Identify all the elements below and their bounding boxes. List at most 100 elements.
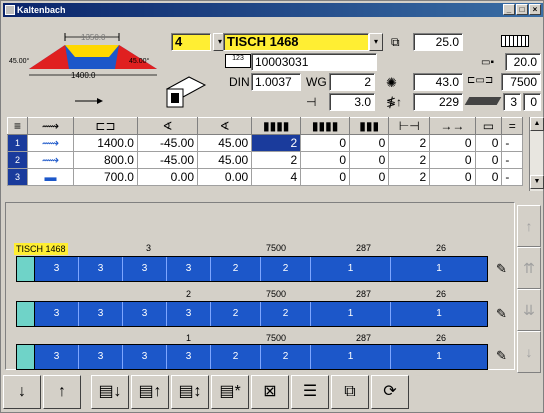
- cell-c[interactable]: 0: [349, 151, 390, 169]
- cell-f[interactable]: 0: [474, 134, 503, 152]
- bottom-toolbar: ↓ ↑ ▤↓ ▤↑ ▤↕ ▤* ⊠ ☰ ⧉ ⟳: [3, 375, 543, 412]
- table-row[interactable]: 3 ▬ 700.0 0.00 0.00 4 0 0 2 0 0 -: [7, 168, 523, 186]
- bar-2-edit-icon[interactable]: ✎: [496, 306, 514, 322]
- col-header-c[interactable]: ▮▮▮: [349, 117, 390, 135]
- cell-b[interactable]: 0: [300, 134, 351, 152]
- cell-length[interactable]: 700.0: [73, 168, 138, 186]
- col-header-d[interactable]: ⊢⊣: [388, 117, 431, 135]
- cell-c[interactable]: 0: [349, 168, 390, 186]
- doc-new-icon[interactable]: ▤*: [211, 375, 249, 409]
- cell-angle-right[interactable]: 45.00: [197, 134, 253, 152]
- move-bottom-button[interactable]: ↓: [517, 331, 541, 373]
- bar-2[interactable]: 3 3 3 3 2 2 1 1: [16, 301, 488, 327]
- col-header-angle-right[interactable]: ∢: [197, 117, 253, 135]
- cell-length[interactable]: 800.0: [73, 151, 138, 169]
- scroll-up-button[interactable]: ▲: [530, 117, 544, 131]
- table-row[interactable]: 1 ⟿ 1400.0 -45.00 45.00 2 0 0 2 0 0 -: [7, 134, 523, 152]
- cell-angle-right[interactable]: 0.00: [197, 168, 253, 186]
- close-button[interactable]: ×: [529, 4, 541, 15]
- cell-g[interactable]: -: [501, 168, 523, 186]
- minimize-button[interactable]: _: [503, 4, 515, 15]
- table-row[interactable]: 2 ⟿ 800.0 -45.00 45.00 2 0 0 2 0 0 -: [7, 151, 523, 169]
- col-header-g[interactable]: =: [501, 117, 523, 135]
- app-icon: [5, 5, 15, 15]
- bar-1-edit-icon[interactable]: ✎: [496, 261, 514, 277]
- doc-sort-icon[interactable]: ▤↕: [171, 375, 209, 409]
- doc-delete-icon[interactable]: ⊠: [251, 375, 289, 409]
- split-icon[interactable]: ☰: [291, 375, 329, 409]
- arrow-up-icon[interactable]: ↑: [43, 375, 81, 409]
- scroll-down-button[interactable]: ▼: [530, 175, 544, 189]
- cell-angle-left[interactable]: -45.00: [136, 134, 199, 152]
- din-field[interactable]: 1.0037: [251, 73, 301, 91]
- row-index[interactable]: 3: [7, 168, 28, 186]
- quantity-field[interactable]: 4: [171, 33, 211, 51]
- cell-c[interactable]: 0: [349, 134, 390, 152]
- cell-e[interactable]: 0: [429, 134, 476, 152]
- cell-angle-left[interactable]: -45.00: [136, 151, 199, 169]
- top-value-field[interactable]: 25.0: [413, 33, 463, 51]
- col-header-index[interactable]: ≡: [7, 117, 28, 135]
- wg-label: WG: [306, 75, 327, 89]
- cell-a[interactable]: 4: [251, 168, 302, 186]
- col-header-length[interactable]: ⊏⊐: [73, 117, 138, 135]
- arrow-down-icon[interactable]: ↓: [3, 375, 41, 409]
- right-field-4[interactable]: 0: [523, 93, 541, 111]
- article-number-field[interactable]: 10003031: [251, 53, 377, 71]
- cell-angle-right[interactable]: 45.00: [197, 151, 253, 169]
- mode-icon: ⧉: [391, 35, 400, 49]
- cell-g[interactable]: -: [501, 151, 523, 169]
- move-top-button[interactable]: ↑: [517, 205, 541, 247]
- cell-f[interactable]: 0: [474, 168, 503, 186]
- cell-b[interactable]: 0: [300, 151, 351, 169]
- move-down-button[interactable]: ⇊: [517, 289, 541, 331]
- col-header-b[interactable]: ▮▮▮▮: [300, 117, 351, 135]
- cell-e[interactable]: 0: [429, 151, 476, 169]
- col-header-type[interactable]: ⟿: [27, 117, 74, 135]
- profile-shape-icon: [161, 69, 209, 109]
- cell-d[interactable]: 2: [388, 168, 431, 186]
- right-field-1[interactable]: 20.0: [505, 53, 541, 71]
- bar-3-edit-icon[interactable]: ✎: [496, 348, 514, 364]
- window-title: Kaltenbach: [17, 5, 66, 15]
- row-type-icon: ⟿: [27, 134, 74, 152]
- right-field-2[interactable]: 7500: [501, 73, 541, 91]
- cell-d[interactable]: 2: [388, 134, 431, 152]
- field-c[interactable]: 229: [413, 93, 463, 111]
- bar-1[interactable]: 3 3 3 3 2 2 1 1: [16, 256, 488, 282]
- col-header-e[interactable]: →→: [429, 117, 476, 135]
- field-b[interactable]: 43.0: [413, 73, 463, 91]
- row-type-icon: ▬: [27, 168, 74, 186]
- doc-down-icon[interactable]: ▤↓: [91, 375, 129, 409]
- cell-d[interactable]: 2: [388, 151, 431, 169]
- cell-a[interactable]: 2: [251, 151, 302, 169]
- bar-icon: [464, 97, 502, 105]
- cell-angle-left[interactable]: 0.00: [136, 168, 199, 186]
- bar-3[interactable]: 3 3 3 3 2 2 1 1: [16, 344, 488, 370]
- cell-f[interactable]: 0: [474, 151, 503, 169]
- table-scrollbar[interactable]: ▲ ▼: [529, 117, 544, 191]
- right-field-3[interactable]: 3: [503, 93, 521, 111]
- wg-field[interactable]: 2: [329, 73, 375, 91]
- width-icon: ▭▪: [481, 57, 494, 68]
- row-index[interactable]: 2: [7, 151, 28, 169]
- maximize-button[interactable]: □: [516, 4, 528, 15]
- name-dropdown-button[interactable]: ▾: [369, 33, 383, 51]
- move-up-button[interactable]: ⇈: [517, 247, 541, 289]
- field-a[interactable]: 3.0: [329, 93, 375, 111]
- cell-e[interactable]: 0: [429, 168, 476, 186]
- copy-icon[interactable]: ⧉: [331, 375, 369, 409]
- name-field[interactable]: TISCH 1468: [223, 33, 369, 51]
- saw-icon: ✺: [386, 75, 397, 90]
- cell-b[interactable]: 0: [300, 168, 351, 186]
- cycle-icon[interactable]: ⟳: [371, 375, 409, 409]
- doc-up-icon[interactable]: ▤↑: [131, 375, 169, 409]
- bar-2-info: 2 7500 287 26: [186, 289, 447, 299]
- col-header-angle-left[interactable]: ∢: [136, 117, 199, 135]
- row-index[interactable]: 1: [7, 134, 28, 152]
- cell-g[interactable]: -: [501, 134, 523, 152]
- col-header-a[interactable]: ▮▮▮▮: [251, 117, 302, 135]
- cell-a[interactable]: 2: [251, 134, 302, 152]
- col-header-f[interactable]: ▭: [474, 117, 503, 135]
- cell-length[interactable]: 1400.0: [73, 134, 138, 152]
